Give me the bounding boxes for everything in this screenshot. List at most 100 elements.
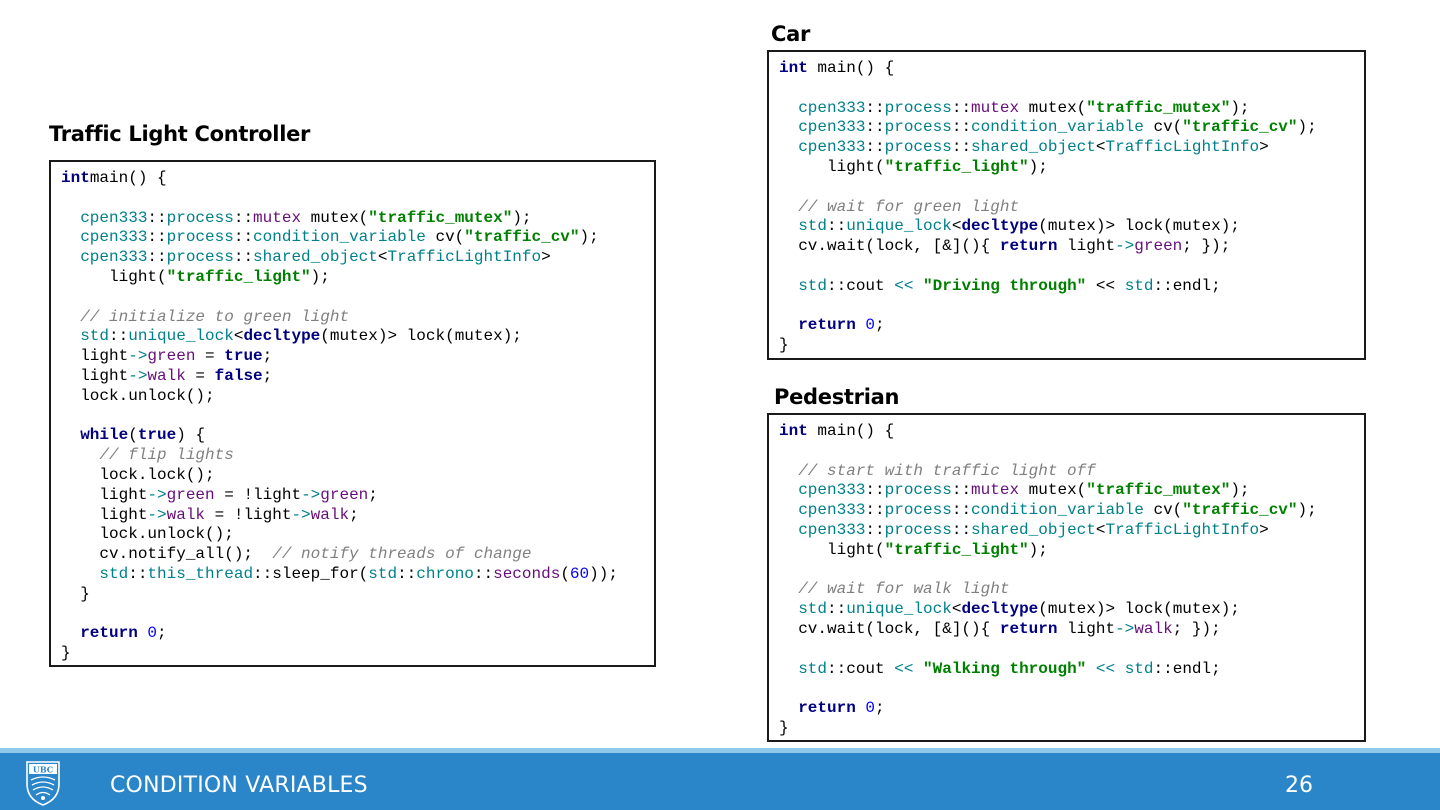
code-token: // initialize to green light <box>80 307 350 326</box>
code-token: ); <box>1028 157 1048 176</box>
code-token: mutex( <box>301 208 369 227</box>
code-token: < <box>951 600 962 619</box>
code-token: )); <box>589 564 618 583</box>
code-token: return <box>80 624 138 643</box>
svg-text:UBC: UBC <box>33 765 53 775</box>
code-token: int <box>779 422 808 440</box>
code-token: ); <box>1230 98 1250 117</box>
code-line: light->green = !light->green; <box>61 486 654 506</box>
code-token: ; <box>262 347 273 366</box>
code-token: :: <box>865 118 885 137</box>
code-line: int main() { <box>779 422 1364 442</box>
code-line: cpen333::process::condition_variable cv(… <box>61 228 654 248</box>
code-token: cpen333 <box>798 98 866 117</box>
code-token: green <box>147 347 196 366</box>
code-token: :: <box>473 564 494 583</box>
code-token: ; <box>875 316 885 335</box>
code-line: } <box>61 585 654 605</box>
code-token: :: <box>865 481 885 500</box>
code-line: cpen333::process::shared_object<TrafficL… <box>779 138 1364 158</box>
code-token: -> <box>128 366 148 385</box>
code-token: true <box>137 426 177 445</box>
code-line: return 0; <box>779 316 1364 336</box>
code-token: process <box>884 481 952 500</box>
code-token: :: <box>233 248 254 267</box>
code-token: ; <box>262 366 273 385</box>
code-token: cv.wait(lock, [&](){ <box>779 237 1000 256</box>
code-token: ::sleep_for( <box>253 564 369 583</box>
code-token: "Walking through" <box>923 659 1087 678</box>
code-token: return <box>999 237 1058 256</box>
code-line: std::cout << "Walking through" << std::e… <box>779 660 1364 680</box>
footer-bar: UBC CONDITION VARIABLES 26 <box>0 753 1440 810</box>
code-token: lock.lock(); <box>61 465 215 484</box>
code-token: cpen333 <box>798 520 866 539</box>
code-token: << <box>1086 276 1125 295</box>
code-token: :: <box>951 520 972 539</box>
controller-code-block: intmain() { cpen333::process::mutex mute… <box>49 160 656 667</box>
code-token: this_thread <box>147 564 254 583</box>
code-token: ); <box>1297 501 1317 520</box>
code-line: cpen333::process::mutex mutex("traffic_m… <box>61 209 654 229</box>
code-token: :: <box>827 217 847 236</box>
code-line: std::cout << "Driving through" << std::e… <box>779 277 1364 297</box>
code-line: light->walk = false; <box>61 367 654 387</box>
code-token: std <box>798 217 828 236</box>
code-token: ; }); <box>1182 237 1231 256</box>
code-token: lock.unlock(); <box>61 525 234 544</box>
code-line: lock.lock(); <box>61 466 654 486</box>
code-token: } <box>61 584 90 603</box>
code-token: :: <box>147 248 167 267</box>
code-token: :: <box>233 228 254 247</box>
code-token: process <box>884 501 952 520</box>
pedestrian-code: int main() { // start with traffic light… <box>779 422 1364 739</box>
code-line: cpen333::process::mutex mutex("traffic_m… <box>779 481 1364 501</box>
code-token: } <box>779 718 789 737</box>
code-token: :: <box>147 228 167 247</box>
code-token: -> <box>147 485 167 504</box>
code-token: std <box>368 564 398 583</box>
code-token: ; }); <box>1172 619 1221 638</box>
code-token: mutex <box>971 98 1020 117</box>
code-token: "traffic_mutex" <box>1086 481 1231 500</box>
code-line: std::this_thread::sleep_for(std::chrono:… <box>61 565 654 585</box>
code-token: lock.unlock(); <box>61 386 215 405</box>
code-token: main() { <box>89 169 167 187</box>
code-token: seconds <box>493 564 561 583</box>
code-token: condition_variable <box>971 118 1144 137</box>
code-token: while <box>80 426 129 445</box>
code-token: process <box>884 118 952 137</box>
code-token: ); <box>512 208 532 227</box>
code-token: (mutex)> lock(mutex); <box>1038 600 1240 619</box>
code-token: std <box>80 327 110 346</box>
code-token: process <box>166 208 234 227</box>
code-token: shared_object <box>971 520 1096 539</box>
code-token: return <box>798 699 856 718</box>
code-line: // start with traffic light off <box>779 462 1364 482</box>
code-token: -> <box>1115 619 1135 638</box>
code-token: ; <box>157 624 167 643</box>
code-token: std <box>1124 659 1154 678</box>
code-token: ); <box>310 267 330 286</box>
code-token: walk <box>147 366 186 385</box>
code-line: return 0; <box>779 699 1364 719</box>
code-token: 0 <box>147 624 158 643</box>
code-token: std <box>798 659 828 678</box>
code-token: // notify threads of change <box>272 545 532 564</box>
code-token: green <box>320 485 369 504</box>
code-token: -> <box>1115 237 1135 256</box>
code-line: std::unique_lock<decltype(mutex)> lock(m… <box>779 217 1364 237</box>
